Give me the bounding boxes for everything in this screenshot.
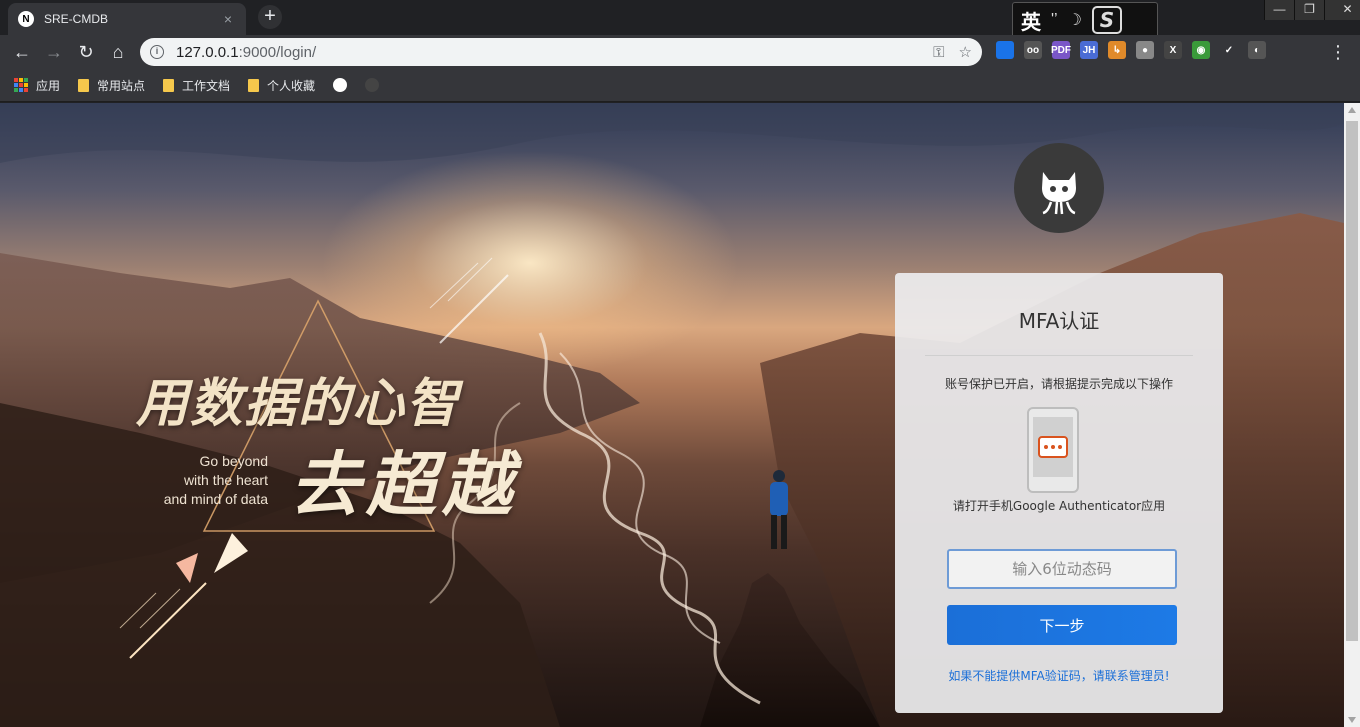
bookmark-tools[interactable] — [333, 78, 348, 92]
profile-icon[interactable]: ◐ — [1248, 41, 1266, 59]
folder-icon — [163, 78, 175, 92]
ime-toolbar[interactable]: 英 '’ ☽ S — [1012, 2, 1158, 38]
page-scrollbar[interactable] — [1344, 103, 1360, 727]
reader-icon[interactable]: oo — [1024, 41, 1042, 59]
url-text[interactable]: 127.0.0.1:9000/login/ — [176, 44, 919, 61]
ime-moon-icon[interactable]: ☽ — [1068, 10, 1082, 30]
mfa-code-input[interactable] — [947, 549, 1177, 589]
bookmark-label: 工作文档 — [182, 78, 231, 93]
sogou-logo-icon[interactable]: S — [1091, 6, 1122, 34]
phone-message-icon — [1027, 407, 1079, 493]
bookmarks-bar: 应用 常用站点 工作文档 个人收藏 — [0, 69, 1360, 102]
bookmark-apps[interactable]: 应用 — [14, 77, 60, 94]
bookmark-label: 个人收藏 — [267, 78, 316, 93]
dropbox-icon[interactable] — [996, 41, 1014, 59]
minimize-button[interactable]: — — [1264, 0, 1294, 20]
ime-punctuation-icon[interactable]: '’ — [1051, 11, 1058, 29]
url-host: 127.0.0.1 — [176, 43, 239, 61]
login-page-background: 用数据的心智 去超越 Go beyond with the heart and … — [0, 103, 1344, 727]
forward-arrow-icon[interactable]: → — [42, 40, 66, 64]
phone-screen — [1033, 417, 1073, 477]
menu-kebab-icon[interactable]: ⋮ — [1326, 40, 1350, 64]
contact-admin-link[interactable]: 如果不能提供MFA验证码，请联系管理员! — [895, 667, 1223, 684]
close-window-button[interactable]: ✕ — [1324, 0, 1360, 20]
tab-strip: N SRE-CMDB × + 英 '’ ☽ S — ❐ ✕ — [0, 0, 1360, 38]
slogan-en-line: Go beyond — [199, 453, 269, 469]
tab-title: SRE-CMDB — [44, 12, 109, 26]
mfa-title: MFA认证 — [1018, 309, 1100, 333]
window-controls: — ❐ ✕ — [1264, 0, 1360, 20]
reload-icon[interactable]: ↻ — [74, 40, 98, 64]
pdf-icon[interactable]: PDF — [1051, 41, 1071, 59]
wrench-bookmark-icon — [333, 78, 348, 92]
folder-icon — [248, 78, 260, 92]
bookmark-folder-work-docs[interactable]: 工作文档 — [163, 77, 230, 94]
title-divider — [925, 355, 1193, 356]
slogan-en-line: and mind of data — [163, 491, 268, 507]
next-step-button[interactable]: 下一步 — [947, 605, 1177, 645]
slogan-english: Go beyond with the heart and mind of dat… — [140, 452, 268, 509]
ime-language-toggle[interactable]: 英 — [1021, 6, 1041, 35]
x-icon[interactable]: X — [1164, 41, 1182, 59]
site-info-icon[interactable]: i — [150, 45, 164, 59]
bookmark-label: 常用站点 — [97, 78, 146, 93]
check-icon[interactable]: ✓ — [1220, 41, 1238, 59]
scroll-up-icon[interactable] — [1348, 107, 1356, 113]
star-bookmark-icon[interactable]: ☆ — [959, 43, 972, 61]
tab-sre-cmdb[interactable]: N SRE-CMDB × — [8, 3, 246, 35]
slogan-chinese-line2: 去超越 — [290, 443, 518, 526]
apps-grid-icon — [14, 78, 28, 92]
bookmark-github[interactable] — [365, 78, 380, 92]
cloud-icon[interactable]: ● — [1136, 41, 1154, 59]
restore-button[interactable]: ❐ — [1294, 0, 1324, 20]
authenticator-hint: 请打开手机Google Authenticator应用 — [952, 499, 1166, 513]
notion-favicon-icon: N — [18, 11, 34, 27]
close-tab-icon[interactable]: × — [220, 11, 236, 27]
slogan-en-line: with the heart — [183, 472, 268, 488]
key-icon[interactable]: ⚿ — [933, 44, 944, 61]
mfa-hint: 账号保护已开启，请根据提示完成以下操作 — [944, 377, 1173, 391]
home-icon[interactable]: ⌂ — [106, 40, 130, 64]
github-bookmark-icon — [365, 78, 380, 92]
extensions-row: oo PDF JH ↳ ● X ◉ ✓ ◐ — [996, 41, 1266, 59]
address-bar[interactable]: i 127.0.0.1:9000/login/ ⚿ ☆ — [140, 38, 982, 66]
mfa-panel: MFA认证 账号保护已开启，请根据提示完成以下操作 请打开手机Google Au… — [895, 273, 1223, 713]
bookmark-folder-common-sites[interactable]: 常用站点 — [78, 77, 145, 94]
scroll-thumb[interactable] — [1346, 121, 1358, 641]
browser-toolbar: ← → ↻ ⌂ i 127.0.0.1:9000/login/ ⚿ ☆ oo PD… — [0, 35, 1360, 69]
chat-bubble-icon — [1038, 436, 1068, 458]
slogan-chinese-line1: 用数据的心智 — [136, 373, 461, 434]
bookmark-apps-label: 应用 — [36, 78, 61, 93]
bookmark-folder-favorites[interactable]: 个人收藏 — [248, 77, 315, 94]
color-icon[interactable]: ◉ — [1192, 41, 1210, 59]
tool-icon[interactable]: ↳ — [1108, 41, 1126, 59]
scroll-down-icon[interactable] — [1348, 717, 1356, 723]
url-path: :9000/login/ — [238, 43, 317, 61]
new-tab-button[interactable]: + — [258, 5, 282, 29]
jh-icon[interactable]: JH — [1080, 41, 1098, 59]
github-octocat-avatar — [1014, 143, 1104, 233]
back-arrow-icon[interactable]: ← — [10, 40, 34, 64]
octocat-icon — [1042, 172, 1076, 215]
folder-icon — [78, 78, 90, 92]
